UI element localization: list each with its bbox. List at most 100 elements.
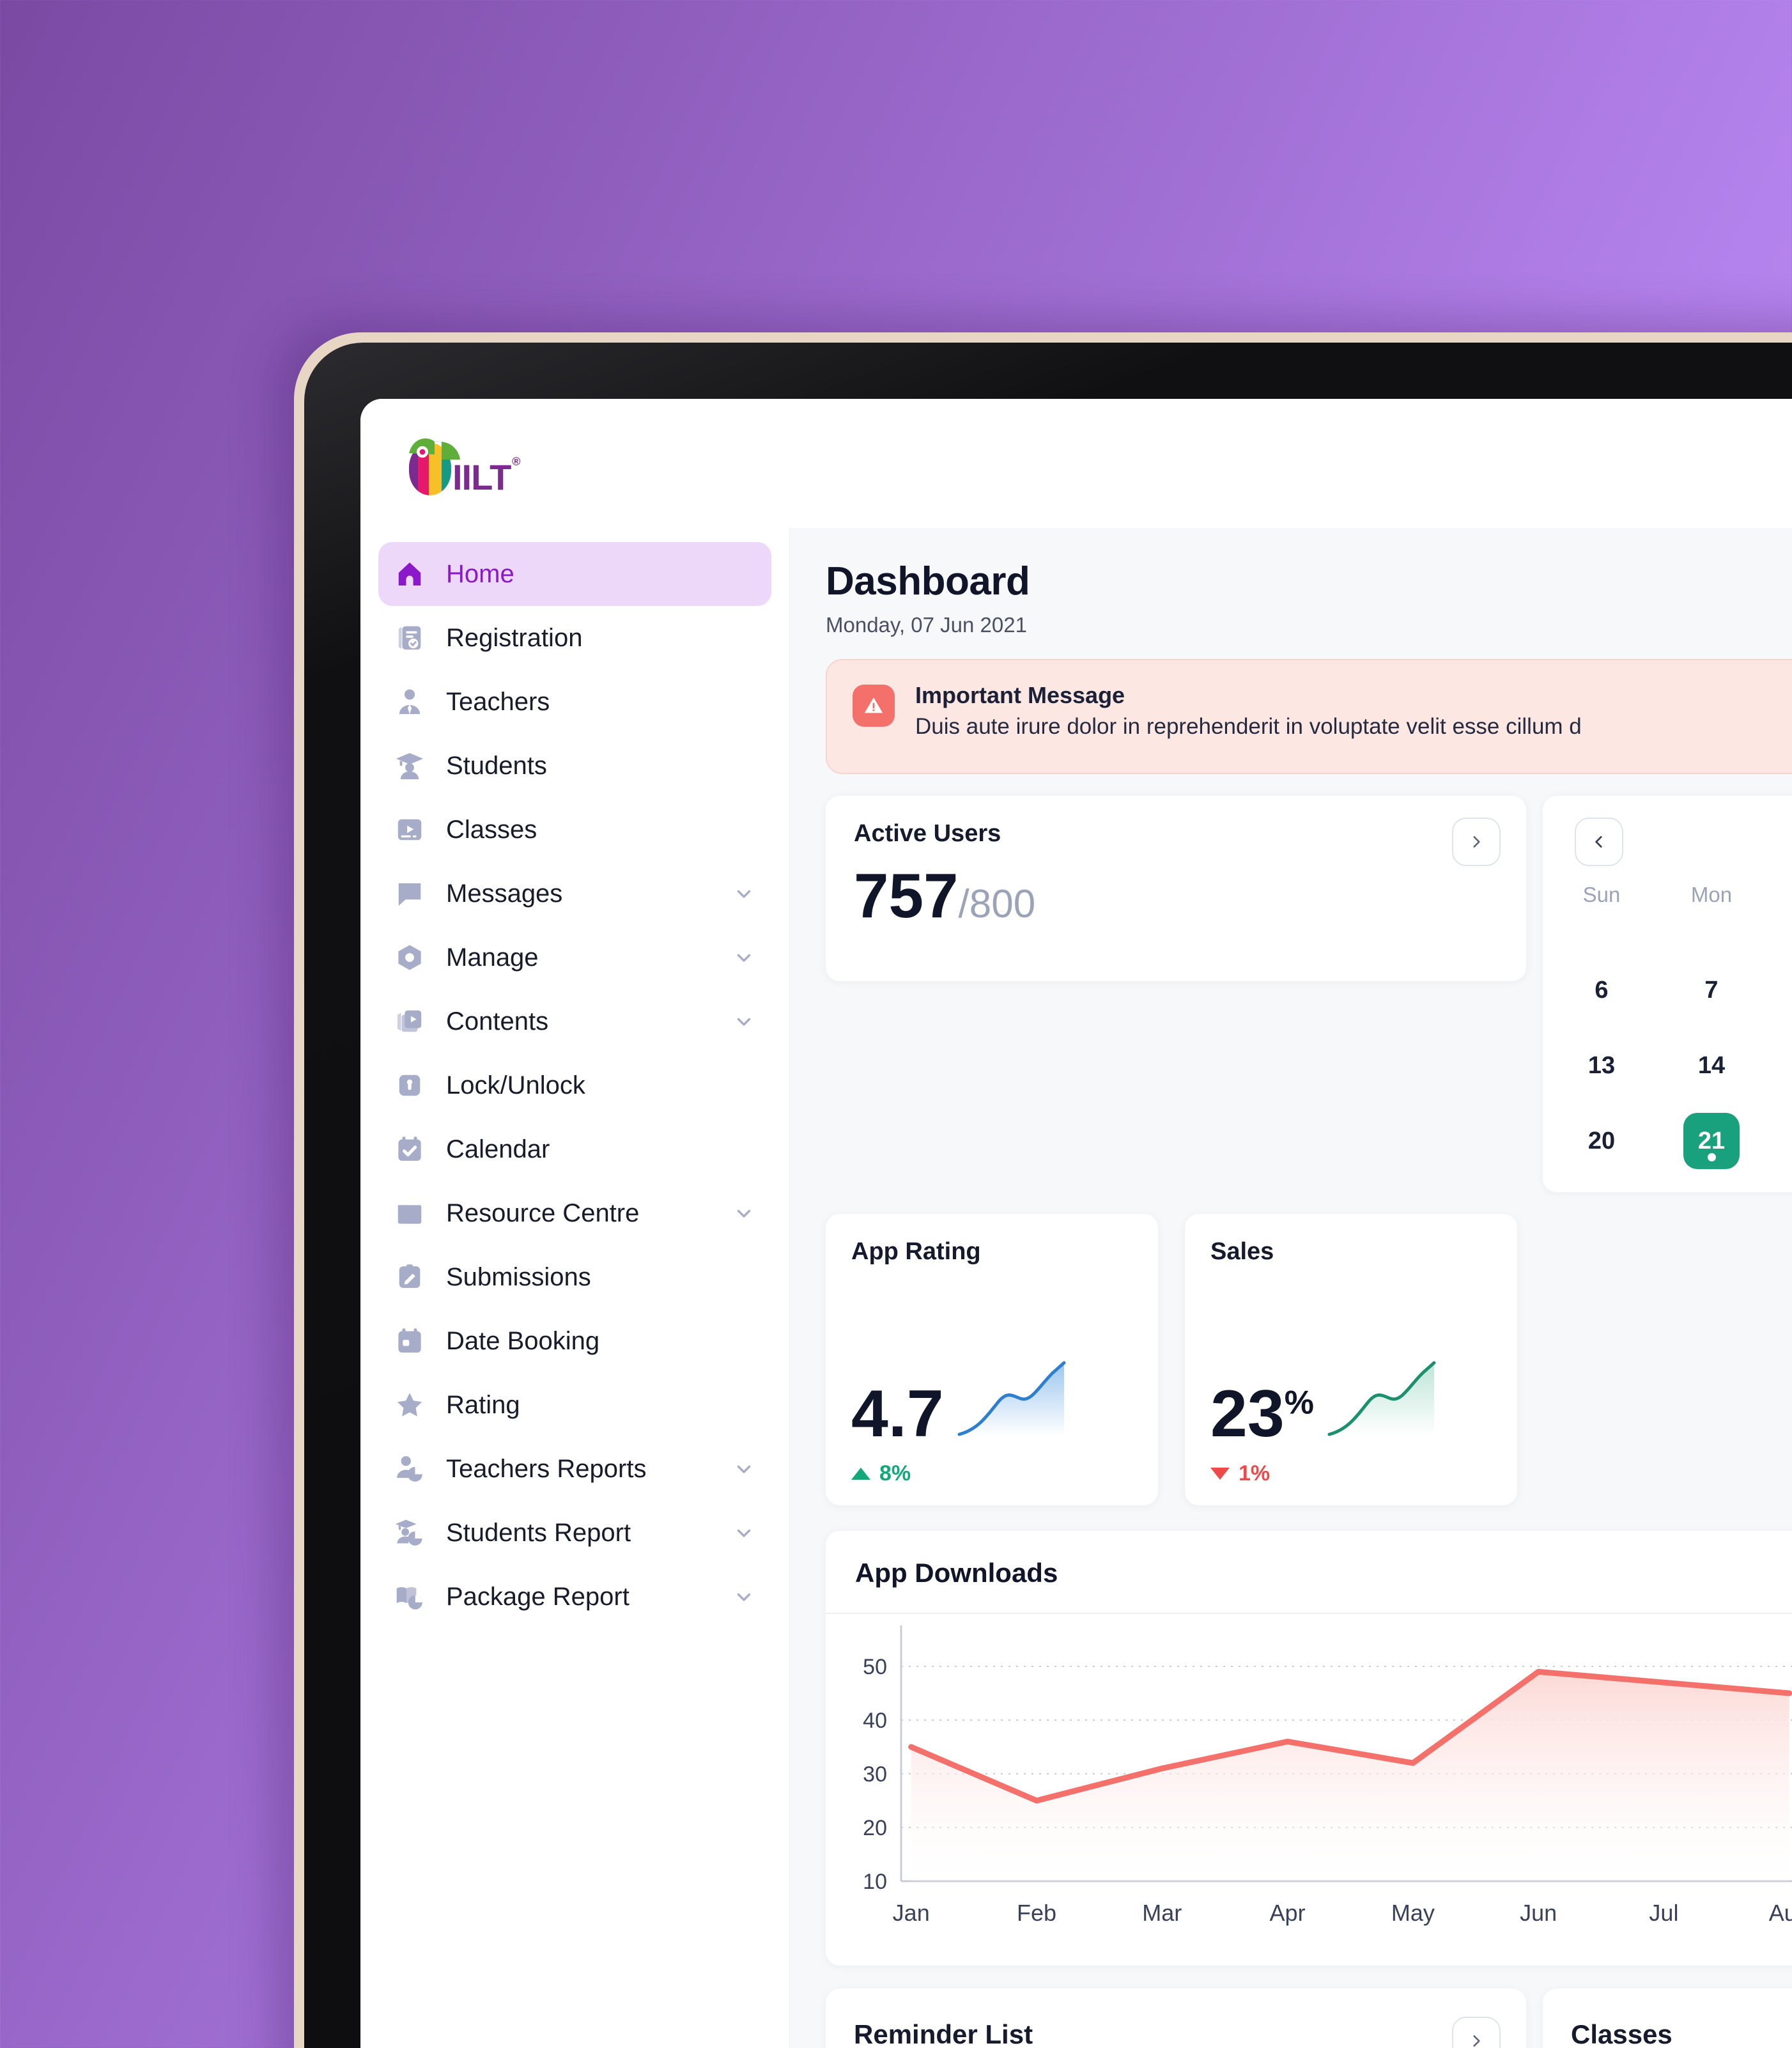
app-logo[interactable]: IILT ® bbox=[401, 431, 520, 497]
app-body: Home Registration Teachers Students Classes M… bbox=[360, 528, 1792, 2048]
calendar-widget: SunMon 67131420212728 bbox=[1543, 796, 1792, 1192]
sales-delta-value: 1% bbox=[1239, 1461, 1271, 1486]
svg-text:20: 20 bbox=[863, 1816, 887, 1840]
sidebar-item-resource-centre[interactable]: Resource Centre bbox=[378, 1181, 771, 1245]
sidebar-item-label: Resource Centre bbox=[446, 1199, 640, 1227]
sidebar-item-label: Teachers Reports bbox=[446, 1454, 647, 1483]
active-users-total: /800 bbox=[958, 882, 1036, 926]
main-content: Dashboard Monday, 07 Jun 2021 Important … bbox=[790, 528, 1792, 2048]
chevron-down-icon[interactable] bbox=[733, 1522, 755, 1544]
student-report-icon bbox=[395, 1518, 424, 1548]
chevron-down-icon[interactable] bbox=[733, 1458, 755, 1480]
sidebar-item-registration[interactable]: Registration bbox=[378, 606, 771, 670]
app-rating-delta-value: 8% bbox=[879, 1461, 911, 1486]
sidebar-item-label: Messages bbox=[446, 879, 563, 908]
chevron-down-icon[interactable] bbox=[733, 947, 755, 968]
chevron-down-icon[interactable] bbox=[733, 883, 755, 904]
sales-value: 23 bbox=[1210, 1377, 1285, 1452]
chevron-down-icon[interactable] bbox=[733, 1011, 755, 1032]
sidebar-item-label: Students bbox=[446, 751, 547, 780]
sidebar-item-label: Lock/Unlock bbox=[446, 1071, 585, 1099]
calendar-day[interactable]: 14 bbox=[1683, 1037, 1740, 1094]
teacher-report-icon bbox=[395, 1454, 424, 1484]
calendar-day[interactable]: 20 bbox=[1573, 1113, 1630, 1169]
sidebar-item-home[interactable]: Home bbox=[378, 542, 771, 606]
warning-triangle-icon bbox=[853, 685, 895, 727]
calendar-date-icon bbox=[395, 1326, 424, 1356]
alert-title: Important Message bbox=[915, 682, 1125, 708]
tablet-frame: IILT ® Home Registration Teachers Students C… bbox=[294, 332, 1792, 2048]
calendar-day[interactable]: 28 bbox=[1683, 1188, 1740, 1192]
app-rating-card: App Rating 4.7 8% bbox=[826, 1214, 1158, 1505]
chevron-down-icon[interactable] bbox=[733, 1202, 755, 1224]
calendar-day[interactable]: 6 bbox=[1573, 962, 1630, 1018]
app-rating-value: 4.7 bbox=[851, 1377, 944, 1452]
calendar-day-number: 21 bbox=[1697, 1127, 1726, 1154]
gear-hex-icon bbox=[395, 943, 424, 972]
tablet-screen: IILT ® Home Registration Teachers Students C… bbox=[360, 399, 1792, 2048]
reminder-list-detail-button[interactable] bbox=[1452, 2017, 1501, 2048]
folder-icon bbox=[395, 1199, 424, 1228]
sidebar-item-contents[interactable]: Contents bbox=[378, 989, 771, 1053]
svg-text:Apr: Apr bbox=[1270, 1900, 1306, 1926]
calendar-day-number: 20 bbox=[1587, 1127, 1616, 1154]
calendar-day-number: 7 bbox=[1704, 976, 1719, 1004]
chevron-down-icon[interactable] bbox=[733, 1586, 755, 1608]
app-rating-delta: 8% bbox=[851, 1461, 1132, 1486]
submission-pencil-icon bbox=[395, 1262, 424, 1292]
sidebar-item-label: Rating bbox=[446, 1390, 520, 1419]
student-icon bbox=[395, 751, 424, 780]
active-users-card: Active Users 757/800 bbox=[826, 796, 1526, 981]
sidebar-item-teachers-reports[interactable]: Teachers Reports bbox=[378, 1437, 771, 1501]
sidebar-item-classes[interactable]: Classes bbox=[378, 798, 771, 862]
app-downloads-svg: 10 20 30 40 50 Jan Feb Mar Apr May Jun Jul Aug bbox=[863, 1625, 1792, 1926]
sidebar-item-label: Teachers bbox=[446, 687, 550, 716]
classes-title: Classes bbox=[1571, 2019, 1672, 2048]
reminder-list-title: Reminder List bbox=[854, 2019, 1033, 2048]
sidebar-item-manage[interactable]: Manage bbox=[378, 926, 771, 989]
sidebar-item-calendar[interactable]: Calendar bbox=[378, 1117, 771, 1181]
active-users-detail-button[interactable] bbox=[1452, 818, 1501, 866]
sidebar-item-label: Calendar bbox=[446, 1135, 550, 1163]
calendar-day[interactable]: 27 bbox=[1573, 1188, 1630, 1192]
sidebar-item-students-report[interactable]: Students Report bbox=[378, 1501, 771, 1565]
logo-wordmark-text: IILT bbox=[452, 457, 511, 497]
sales-suffix: % bbox=[1284, 1384, 1314, 1422]
calendar-prev-button[interactable] bbox=[1575, 818, 1623, 866]
sidebar-item-package-report[interactable]: Package Report bbox=[378, 1565, 771, 1629]
sidebar-item-rating[interactable]: Rating bbox=[378, 1373, 771, 1437]
calendar-grid: 6 7 13 14 20 21 27 28 bbox=[1571, 962, 1792, 1192]
sidebar-item-lock-unlock[interactable]: Lock/Unlock bbox=[378, 1053, 771, 1117]
sidebar-item-label: Classes bbox=[446, 815, 537, 844]
svg-text:May: May bbox=[1391, 1900, 1435, 1926]
svg-text:Jul: Jul bbox=[1649, 1900, 1678, 1926]
sales-card: Sales 23% 1% bbox=[1185, 1214, 1517, 1505]
svg-text:10: 10 bbox=[863, 1870, 887, 1894]
svg-text:40: 40 bbox=[863, 1709, 887, 1733]
calendar-week-row: 27 28 bbox=[1571, 1188, 1792, 1192]
calendar-day[interactable]: 21 bbox=[1683, 1113, 1740, 1169]
calendar-day-number: 13 bbox=[1587, 1051, 1616, 1079]
sidebar-item-submissions[interactable]: Submissions bbox=[378, 1245, 771, 1309]
classes-card: Classes bbox=[1543, 1989, 1792, 2048]
sidebar-item-teachers[interactable]: Teachers bbox=[378, 670, 771, 734]
sales-sparkline bbox=[1327, 1361, 1436, 1436]
reminder-list-card: Reminder List bbox=[826, 1989, 1526, 2048]
app-downloads-plot-area: 1020304050JanFebMarAprMayJunJulAug Sept … bbox=[826, 1614, 1792, 1946]
registration-icon bbox=[395, 623, 424, 653]
sidebar-item-messages[interactable]: Messages bbox=[378, 862, 771, 926]
page-date: Monday, 07 Jun 2021 bbox=[826, 613, 1027, 637]
sidebar-item-date-booking[interactable]: Date Booking bbox=[378, 1309, 771, 1373]
sales-title: Sales bbox=[1210, 1238, 1274, 1265]
app-rating-title: App Rating bbox=[851, 1238, 981, 1265]
calendar-check-icon bbox=[395, 1135, 424, 1164]
star-icon bbox=[395, 1390, 424, 1420]
calendar-today-dot bbox=[1707, 1153, 1716, 1161]
calendar-day[interactable]: 7 bbox=[1683, 962, 1740, 1018]
page-title: Dashboard bbox=[826, 559, 1030, 603]
sidebar-item-students[interactable]: Students bbox=[378, 734, 771, 798]
sidebar-item-label: Submissions bbox=[446, 1262, 591, 1291]
calendar-day[interactable]: 13 bbox=[1573, 1037, 1630, 1094]
home-icon bbox=[395, 559, 424, 589]
package-report-icon bbox=[395, 1582, 424, 1611]
